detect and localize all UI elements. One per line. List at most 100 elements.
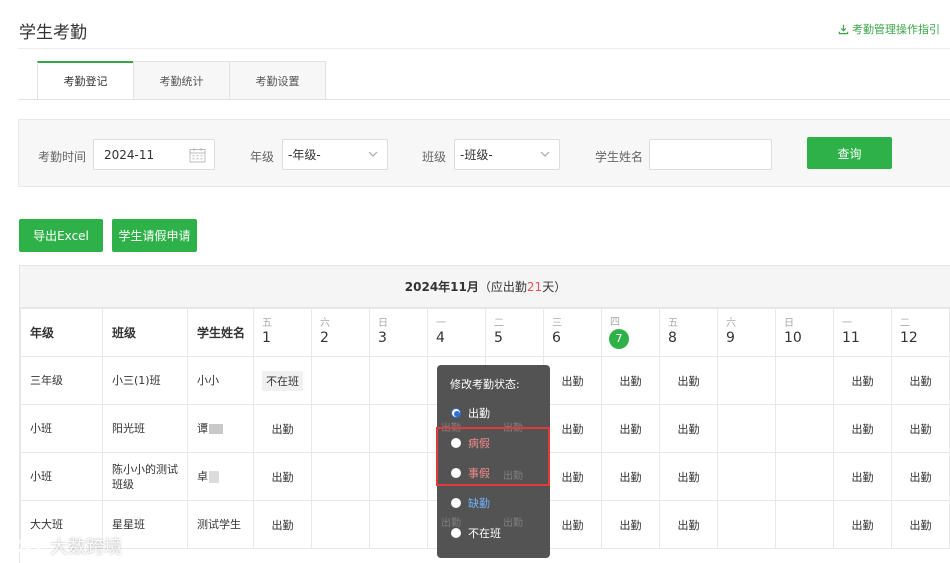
attendance-cell[interactable] bbox=[717, 404, 776, 453]
attendance-cell[interactable]: 出勤 bbox=[659, 356, 718, 405]
grade-text: 小班 bbox=[30, 470, 52, 483]
leave-request-button[interactable]: 学生请假申请 bbox=[112, 219, 197, 252]
attendance-cell[interactable]: 出勤 bbox=[543, 356, 602, 405]
attendance-cell[interactable]: 出勤 bbox=[253, 500, 312, 549]
attendance-cell[interactable] bbox=[369, 356, 428, 405]
cell-class: 陈小小的测试班级 bbox=[102, 452, 188, 501]
attendance-cell[interactable] bbox=[717, 500, 776, 549]
attendance-cell[interactable] bbox=[311, 404, 370, 453]
name-text: 测试学生 bbox=[197, 518, 241, 531]
status-text: 出勤 bbox=[561, 518, 584, 532]
attendance-cell[interactable]: 出勤 bbox=[659, 500, 718, 549]
day-header: 五1 bbox=[253, 308, 312, 357]
watermark-text: 大数跨境 bbox=[50, 537, 122, 558]
attendance-cell[interactable] bbox=[775, 500, 834, 549]
weekday-label: 六 bbox=[726, 318, 736, 329]
guide-link[interactable]: 考勤管理操作指引 bbox=[838, 21, 940, 37]
attendance-cell[interactable]: 出勤 bbox=[833, 452, 892, 501]
attendance-cell[interactable] bbox=[311, 356, 370, 405]
attendance-cell[interactable]: 出勤 bbox=[253, 452, 312, 501]
status-option-absent[interactable]: 缺勤 bbox=[451, 495, 490, 511]
day-number: 8 bbox=[668, 330, 677, 346]
attendance-cell[interactable]: 出勤 bbox=[601, 404, 660, 453]
status-text: 出勤 bbox=[677, 518, 700, 532]
attendance-cell[interactable]: 出勤 bbox=[601, 356, 660, 405]
student-name-input[interactable] bbox=[649, 139, 772, 170]
name-text: 小小 bbox=[197, 374, 219, 387]
status-text: 出勤 bbox=[619, 518, 642, 532]
attendance-cell[interactable]: 出勤 bbox=[833, 500, 892, 549]
attendance-cell[interactable]: 出勤 bbox=[891, 356, 950, 405]
day-number: 12 bbox=[900, 330, 918, 346]
attendance-cell[interactable] bbox=[717, 356, 776, 405]
status-option-present[interactable]: 出勤 bbox=[451, 405, 490, 421]
status-text: 出勤 bbox=[271, 518, 294, 532]
attendance-cell[interactable]: 不在班 bbox=[253, 356, 312, 405]
class-text: 小三(1)班 bbox=[112, 374, 161, 387]
status-option-not-in-class[interactable]: 不在班 bbox=[451, 525, 501, 541]
attendance-cell[interactable] bbox=[775, 452, 834, 501]
tab-attendance-stats[interactable]: 考勤统计 bbox=[133, 61, 230, 100]
attendance-cell[interactable] bbox=[369, 404, 428, 453]
status-text: 出勤 bbox=[909, 470, 932, 484]
status-text: 出勤 bbox=[619, 422, 642, 436]
tab-attendance-settings[interactable]: 考勤设置 bbox=[229, 61, 326, 100]
attendance-cell[interactable]: 出勤 bbox=[601, 500, 660, 549]
status-text: 出勤 bbox=[909, 374, 932, 388]
redacted-mask bbox=[209, 424, 223, 434]
day-header: 二 12 bbox=[891, 308, 950, 357]
col-name: 学生姓名 bbox=[187, 308, 254, 357]
day-number: 11 bbox=[842, 330, 860, 346]
class-text: 阳光班 bbox=[112, 422, 145, 435]
grade-select[interactable]: -年级- bbox=[282, 139, 388, 170]
status-text: 出勤 bbox=[851, 518, 874, 532]
day-header: 四7 bbox=[601, 308, 660, 357]
attendance-cell[interactable] bbox=[775, 404, 834, 453]
attendance-cell[interactable] bbox=[311, 452, 370, 501]
guide-link-label: 考勤管理操作指引 bbox=[852, 23, 940, 36]
weekday-label: 二 bbox=[900, 318, 910, 329]
attendance-cell[interactable] bbox=[775, 356, 834, 405]
watermark: 大数跨境 bbox=[8, 533, 122, 559]
watermark-logo-icon bbox=[9, 539, 43, 553]
class-select[interactable]: -班级- bbox=[454, 139, 560, 170]
tab-attendance-register[interactable]: 考勤登记 bbox=[37, 61, 134, 100]
day-header: 日3 bbox=[369, 308, 428, 357]
attendance-cell[interactable]: 出勤 bbox=[601, 452, 660, 501]
attendance-cell[interactable]: 出勤 bbox=[833, 356, 892, 405]
due-days: 21 bbox=[526, 279, 543, 294]
chevron-down-icon bbox=[540, 151, 550, 157]
attendance-cell[interactable] bbox=[311, 500, 370, 549]
attendance-cell[interactable]: 出勤 bbox=[659, 452, 718, 501]
attendance-cell[interactable]: 出勤 bbox=[659, 404, 718, 453]
weekday-label: 日 bbox=[378, 318, 388, 329]
day-header: 五8 bbox=[659, 308, 718, 357]
attendance-cell[interactable]: 出勤 bbox=[891, 404, 950, 453]
status-text: 出勤 bbox=[619, 470, 642, 484]
attendance-cell[interactable] bbox=[717, 452, 776, 501]
attendance-cell[interactable]: 出勤 bbox=[543, 452, 602, 501]
class-value: -班级- bbox=[460, 148, 493, 162]
weekday-label: 五 bbox=[668, 318, 678, 329]
annotation-highlight-box bbox=[436, 427, 550, 486]
day-number: 10 bbox=[784, 330, 802, 346]
day-number: 6 bbox=[552, 330, 561, 346]
attendance-cell[interactable]: 出勤 bbox=[891, 452, 950, 501]
month-header: 2024年11月 （应出勤 21 天） bbox=[20, 266, 950, 308]
attendance-cell[interactable]: 出勤 bbox=[833, 404, 892, 453]
attendance-cell[interactable]: 出勤 bbox=[543, 500, 602, 549]
attendance-cell[interactable] bbox=[369, 500, 428, 549]
redacted-mask bbox=[209, 471, 219, 483]
page-title: 学生考勤 bbox=[19, 23, 87, 43]
query-button[interactable]: 查询 bbox=[807, 137, 892, 169]
day-header: 二5 bbox=[485, 308, 544, 357]
cell-name: 小小 bbox=[187, 356, 254, 405]
class-label: 班级 bbox=[422, 150, 447, 164]
attendance-cell[interactable] bbox=[369, 452, 428, 501]
export-excel-button[interactable]: 导出Excel bbox=[19, 219, 103, 252]
attendance-cell[interactable]: 出勤 bbox=[891, 500, 950, 549]
due-prefix: （应出勤 bbox=[478, 280, 527, 294]
time-field[interactable]: 2024-11 bbox=[93, 139, 215, 170]
attendance-cell[interactable]: 出勤 bbox=[253, 404, 312, 453]
attendance-cell[interactable]: 出勤 bbox=[543, 404, 602, 453]
